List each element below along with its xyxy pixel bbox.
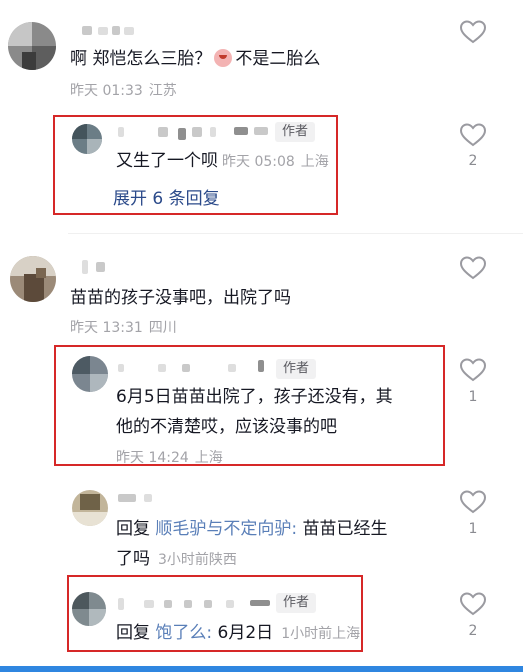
reply-text-line: 6月5日苗苗出院了，孩子还没有，其 (116, 387, 393, 407)
comment-meta: 昨天 01:33 江苏 (70, 83, 177, 99)
reply-text: 又生了一个呗 (116, 151, 218, 171)
heart-outline-icon[interactable] (460, 592, 486, 616)
avatar[interactable] (10, 256, 56, 302)
like-count: 2 (468, 153, 478, 169)
comment-meta: 昨天 13:31 四川 (70, 320, 177, 336)
bottom-bar (0, 666, 523, 672)
reply-meta: 昨天 05:08 上海 (222, 154, 329, 170)
expand-replies-link[interactable]: 展开 6 条回复 (113, 188, 220, 210)
reply-to-user-link[interactable]: 饱了么: (155, 623, 212, 643)
avatar[interactable] (72, 356, 108, 392)
avatar[interactable] (72, 592, 106, 626)
heart-outline-icon[interactable] (460, 123, 486, 147)
heart-outline-icon[interactable] (460, 490, 486, 514)
like-count: 2 (468, 623, 478, 639)
like-count: 1 (468, 521, 478, 537)
heart-outline-icon[interactable] (460, 358, 486, 382)
reply-text-line: 回复 饱了么: 6月2日 1小时前上海 (116, 623, 361, 643)
heart-outline-icon[interactable] (460, 20, 486, 44)
reply-to-user-link[interactable]: 顺毛驴与不定向驴: (155, 519, 297, 539)
author-badge: 作者 (276, 359, 317, 379)
reply-text-line: 了吗 3小时前陕西 (116, 549, 237, 569)
divider (68, 233, 523, 234)
heart-outline-icon[interactable] (460, 256, 486, 280)
avatar[interactable] (8, 22, 56, 70)
avatar[interactable] (72, 124, 102, 154)
comment-text: 啊 郑恺怎么三胎？ 不是二胎么 (70, 49, 321, 69)
author-badge: 作者 (276, 593, 317, 613)
comment-text: 苗苗的孩子没事吧，出院了吗 (70, 288, 291, 308)
face-emoji-icon (214, 49, 233, 67)
reply-text-line: 他的不清楚哎，应该没事的吧 (116, 417, 337, 437)
like-count: 1 (468, 389, 478, 405)
author-badge: 作者 (275, 122, 316, 142)
reply-text-line: 回复 顺毛驴与不定向驴: 苗苗已经生 (116, 519, 388, 539)
avatar[interactable] (72, 490, 108, 526)
reply-meta: 昨天 14:24 上海 (116, 450, 223, 466)
